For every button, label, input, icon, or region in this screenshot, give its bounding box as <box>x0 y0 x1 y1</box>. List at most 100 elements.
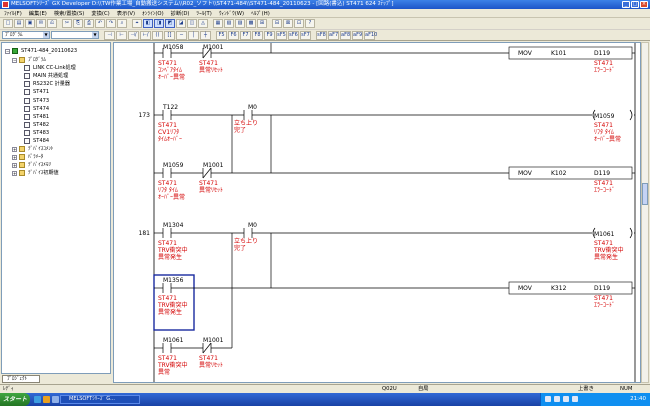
ladder-symbol-button[interactable]: [] <box>164 30 175 40</box>
security-icon[interactable] <box>563 396 569 402</box>
start-button[interactable]: スタート <box>0 393 30 406</box>
menu-item[interactable]: ｵﾝﾗｲﾝ(O) <box>142 9 164 17</box>
close-button[interactable]: × <box>640 1 648 8</box>
toolbar-button-icon[interactable]: ⊟ <box>272 19 282 28</box>
menu-item[interactable]: ﾌｧｲﾙ(F) <box>4 9 22 17</box>
menu-item[interactable]: 変換(C) <box>91 9 109 17</box>
ladder-symbol-button[interactable]: ⊢/ <box>140 30 151 40</box>
toolbar-button-icon[interactable]: ↶ <box>95 19 105 28</box>
menu-item[interactable]: 診断(D) <box>171 9 190 17</box>
toolbar-button-icon[interactable]: ⎌ <box>47 19 57 28</box>
menu-item[interactable]: ﾍﾙﾌﾟ(H) <box>251 9 270 17</box>
update-icon[interactable] <box>572 396 578 402</box>
volume-icon[interactable] <box>554 396 560 402</box>
tree-item[interactable]: ST474 <box>24 105 49 113</box>
expand-icon[interactable]: + <box>12 146 17 152</box>
toolbar-button-icon[interactable]: ◩ <box>165 19 175 28</box>
tree-item[interactable]: ST482 <box>24 121 49 129</box>
device-combo[interactable]: ▼ <box>51 31 99 39</box>
toolbar-button-icon[interactable]: ▧ <box>224 19 234 28</box>
tree-item[interactable]: + ﾃﾞﾊﾞｲｽ初期値 <box>12 169 59 177</box>
chevron-down-icon[interactable]: ▼ <box>92 32 98 38</box>
menu-item[interactable]: 検索/置換(S) <box>54 9 84 17</box>
ladder-symbol-button[interactable]: F6 <box>228 30 239 40</box>
toolbar-button-icon[interactable]: ✂ <box>62 19 72 28</box>
expand-icon[interactable]: + <box>12 162 17 168</box>
network-icon[interactable] <box>545 396 551 402</box>
tree-item[interactable]: ST473 <box>24 97 49 105</box>
ladder-symbol-button[interactable]: ⊣ <box>104 30 115 40</box>
toolbar-button-icon[interactable]: ◬ <box>198 19 208 28</box>
tree-item[interactable]: + ﾃﾞﾊﾞｲｽﾒﾓﾘ <box>12 161 51 169</box>
tree-item[interactable]: + ﾃﾞﾊﾞｲｽｺﾒﾝﾄ <box>12 145 53 153</box>
toolbar-button-icon[interactable]: ▨ <box>235 19 245 28</box>
tree-item[interactable]: ST471 <box>24 88 49 96</box>
toolbar-button-icon[interactable]: ⎙ <box>84 19 94 28</box>
toolbar-button-icon[interactable]: ▦ <box>213 19 223 28</box>
toolbar-button-icon[interactable]: ↷ <box>106 19 116 28</box>
tree-item[interactable]: ST484 <box>24 137 49 145</box>
toolbar-button-icon[interactable]: ⊠ <box>283 19 293 28</box>
ladder-symbol-button[interactable]: () <box>152 30 163 40</box>
ladder-symbol-button[interactable]: sF8 <box>316 30 327 40</box>
tree-item[interactable]: − ﾌﾟﾛｸﾞﾗﾑ <box>12 56 46 64</box>
ladder-symbol-button[interactable]: aF10 <box>364 30 377 40</box>
toolbar-button-icon[interactable]: ⌕ <box>117 19 127 28</box>
menu-item[interactable]: 表示(V) <box>117 9 135 17</box>
toolbar-button-icon[interactable]: ▤ <box>14 19 24 28</box>
ladder-editor[interactable]: M1058 M1001 MOV K101 D119 ST471 ｺﾝﾍﾞｱﾀｲﾑ ｵｰﾊﾞｰ異… <box>113 42 641 383</box>
ladder-symbol-button[interactable]: F9 <box>264 30 275 40</box>
ladder-symbol-button[interactable]: sF7 <box>300 30 311 40</box>
ladder-symbol-button[interactable]: F8 <box>252 30 263 40</box>
ladder-symbol-button[interactable]: aF7 <box>328 30 339 40</box>
ladder-symbol-button[interactable]: sF6 <box>288 30 299 40</box>
ladder-symbol-button[interactable]: aF8 <box>340 30 351 40</box>
ladder-symbol-button[interactable]: ⊢ <box>116 30 127 40</box>
toolbar-button-icon[interactable]: ⎘ <box>73 19 83 28</box>
toolbar-button-icon[interactable]: ⊡ <box>294 19 304 28</box>
taskbar-item-gx-developer[interactable]: MELSOFTｼﾘｰｽﾞ G... <box>60 395 140 404</box>
tree-item[interactable]: ST481 <box>24 113 49 121</box>
program-combo[interactable]: ﾌﾟﾛｸﾞﾗﾑ ▼ <box>2 31 50 39</box>
toolbar-button-icon[interactable]: □ <box>3 19 13 28</box>
toolbar-button-icon[interactable]: ▩ <box>246 19 256 28</box>
ladder-symbol-button[interactable]: sF5 <box>276 30 287 40</box>
chevron-down-icon[interactable]: ▼ <box>43 32 49 38</box>
ladder-symbol-button[interactable]: F5 <box>216 30 227 40</box>
menu-item[interactable]: ｳｨﾝﾄﾞｳ(W) <box>219 9 244 17</box>
toolbar-button-icon[interactable]: ⊞ <box>257 19 267 28</box>
toolbar-button-icon[interactable]: ◧ <box>143 19 153 28</box>
tree-item[interactable]: MAIN 共通処理 <box>24 72 68 80</box>
ladder-symbol-button[interactable]: ─ <box>176 30 187 40</box>
desktop-icon[interactable] <box>52 396 59 403</box>
expand-icon[interactable]: + <box>12 170 17 176</box>
ladder-symbol-button[interactable]: F7 <box>240 30 251 40</box>
toolbar-button-icon[interactable]: ✉ <box>36 19 46 28</box>
toolbar-button-icon[interactable]: ▣ <box>25 19 35 28</box>
minimize-button[interactable]: _ <box>622 1 630 8</box>
project-tab[interactable]: ﾌﾟﾛｼﾞｪｸﾄ <box>2 375 40 383</box>
menu-item[interactable]: ﾂｰﾙ(T) <box>196 9 211 17</box>
tree-project-root[interactable]: − ST471-484_20110623 <box>5 47 77 55</box>
toolbar-button-icon[interactable]: ◫ <box>187 19 197 28</box>
ladder-symbol-button[interactable]: │ <box>188 30 199 40</box>
ie-icon[interactable] <box>34 396 41 403</box>
toolbar-button-icon[interactable]: ⌖ <box>132 19 142 28</box>
toolbar-button-icon[interactable]: ◨ <box>154 19 164 28</box>
tree-item[interactable]: LINK CC-Link処理 <box>24 64 76 72</box>
maximize-button[interactable]: □ <box>631 1 639 8</box>
ladder-symbol-button[interactable]: ┼ <box>200 30 211 40</box>
scrollbar-thumb[interactable] <box>642 183 648 205</box>
ladder-symbol-button[interactable]: aF9 <box>352 30 363 40</box>
toolbar-button-icon[interactable]: ◪ <box>176 19 186 28</box>
toolbar-button-icon[interactable]: ? <box>305 19 315 28</box>
tree-item[interactable]: ST483 <box>24 129 49 137</box>
expand-icon[interactable]: − <box>5 48 10 54</box>
folder-icon[interactable] <box>43 396 50 403</box>
ladder-symbol-button[interactable]: ⊣/ <box>128 30 139 40</box>
expand-icon[interactable]: + <box>12 154 17 160</box>
tree-item[interactable]: + ﾊﾟﾗﾒｰﾀ <box>12 153 43 161</box>
menu-item[interactable]: 編集(E) <box>29 9 47 17</box>
tree-item[interactable]: RS232C 計量器 <box>24 80 70 88</box>
expand-icon[interactable]: − <box>12 57 17 63</box>
